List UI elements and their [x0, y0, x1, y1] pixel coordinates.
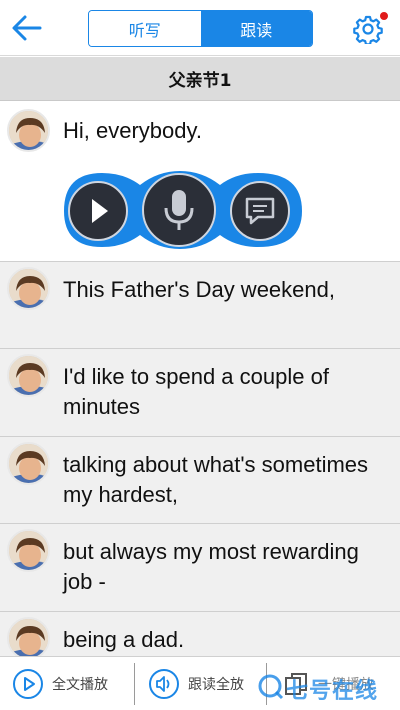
- play-all-button[interactable]: 全文播放: [12, 657, 108, 710]
- sentence-row[interactable]: I'd like to spend a couple of minutes: [0, 349, 400, 437]
- site-watermark: 七号在线: [258, 664, 400, 708]
- sentence-row[interactable]: talking about what's sometimes my hardes…: [0, 437, 400, 524]
- sentence-text: This Father's Day weekend,: [63, 277, 335, 302]
- speaker-icon: [149, 669, 179, 699]
- chat-bubble-icon: [245, 197, 275, 225]
- play-all-label: 全文播放: [52, 677, 108, 693]
- repeat-all-button[interactable]: 跟读全放: [148, 657, 244, 710]
- avatar: [7, 617, 50, 656]
- avatar: [7, 109, 50, 152]
- sentence-text: talking about what's sometimes my hardes…: [63, 452, 369, 507]
- avatar: [7, 354, 50, 397]
- sentence-text: being a dad.: [63, 627, 185, 652]
- tab-follow-reading[interactable]: 跟读: [200, 11, 312, 46]
- avatar: [7, 529, 50, 572]
- lesson-title: 父亲节1: [0, 57, 400, 101]
- sentence-text: but always my most rewarding job -: [63, 539, 359, 594]
- arrow-left-icon: [12, 15, 42, 41]
- play-circle-icon: [13, 669, 43, 699]
- playback-controls: [62, 167, 307, 253]
- avatar: [7, 442, 50, 485]
- sentence-text: I'd like to spend a couple of minutes: [63, 364, 329, 419]
- play-button[interactable]: [68, 181, 128, 241]
- top-bar: 听写 跟读: [0, 0, 400, 56]
- sentence-row[interactable]: This Father's Day weekend,: [0, 262, 400, 349]
- sentence-text: Hi, everybody.: [63, 118, 202, 143]
- avatar: [7, 267, 50, 310]
- tab-dictation[interactable]: 听写: [89, 11, 201, 46]
- repeat-all-label: 跟读全放: [188, 677, 244, 693]
- divider: [134, 663, 135, 705]
- watermark-text: 七号在线: [286, 679, 379, 704]
- mode-segmented-control: 听写 跟读: [88, 10, 313, 47]
- microphone-icon: [164, 190, 194, 230]
- record-button[interactable]: [142, 173, 216, 247]
- back-button[interactable]: [10, 12, 44, 44]
- gear-icon: [353, 15, 383, 46]
- notification-dot: [380, 12, 388, 20]
- sentence-row[interactable]: being a dad.: [0, 612, 400, 656]
- settings-button[interactable]: [353, 14, 383, 46]
- compare-button[interactable]: [230, 181, 290, 241]
- sentence-row[interactable]: but always my most rewarding job -: [0, 524, 400, 612]
- play-icon: [92, 199, 108, 223]
- avatar-image: [9, 111, 48, 150]
